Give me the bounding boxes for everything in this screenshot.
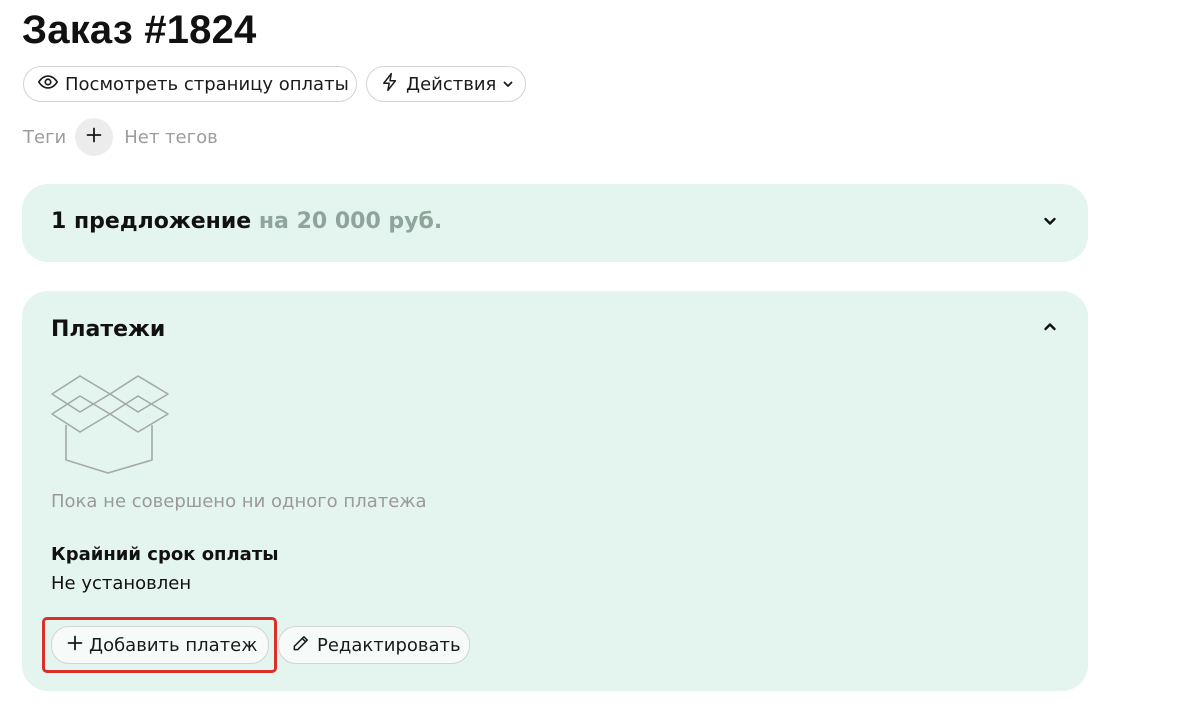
offers-section[interactable]: 1 предложение на 20 000 руб. bbox=[22, 184, 1088, 262]
tags-row: Теги Нет тегов bbox=[23, 118, 218, 156]
payments-section: Платежи Пока не совершено ни одного плат… bbox=[22, 291, 1088, 691]
page-title: Заказ #1824 bbox=[22, 8, 257, 52]
payments-toggle-button[interactable] bbox=[1038, 317, 1062, 341]
chevron-down-icon bbox=[502, 74, 514, 95]
offers-count: 1 предложение bbox=[51, 209, 252, 234]
offers-amount: на 20 000 руб. bbox=[258, 209, 443, 234]
payments-empty-text: Пока не совершено ни одного платежа bbox=[51, 491, 427, 512]
add-tag-button[interactable] bbox=[75, 118, 114, 156]
chevron-up-icon bbox=[1042, 319, 1058, 339]
pencil-icon bbox=[291, 633, 311, 658]
payments-title: Платежи bbox=[51, 317, 166, 342]
order-page: Заказ #1824 Посмотреть страницу оплаты Д… bbox=[0, 0, 1200, 704]
open-box-icon bbox=[50, 370, 170, 480]
deadline-value: Не установлен bbox=[51, 573, 192, 594]
view-payment-page-button[interactable]: Посмотреть страницу оплаты bbox=[23, 66, 357, 102]
deadline-label: Крайний срок оплаты bbox=[51, 544, 279, 565]
add-payment-label: Добавить платеж bbox=[89, 634, 258, 656]
lightning-icon bbox=[380, 71, 400, 98]
offers-summary: 1 предложение на 20 000 руб. bbox=[51, 209, 442, 234]
no-tags-text: Нет тегов bbox=[124, 126, 218, 148]
edit-label: Редактировать bbox=[317, 634, 461, 656]
offers-toggle-button[interactable] bbox=[1038, 211, 1062, 235]
plus-icon bbox=[86, 127, 102, 148]
view-payment-page-label: Посмотреть страницу оплаты bbox=[65, 73, 349, 95]
add-payment-button[interactable]: Добавить платеж bbox=[51, 626, 269, 664]
chevron-down-icon bbox=[1042, 213, 1058, 233]
eye-icon bbox=[37, 71, 59, 98]
plus-icon bbox=[67, 635, 83, 656]
tags-label: Теги bbox=[23, 126, 67, 148]
edit-button[interactable]: Редактировать bbox=[278, 626, 470, 664]
actions-label: Действия bbox=[406, 73, 497, 95]
actions-dropdown-button[interactable]: Действия bbox=[366, 66, 526, 102]
